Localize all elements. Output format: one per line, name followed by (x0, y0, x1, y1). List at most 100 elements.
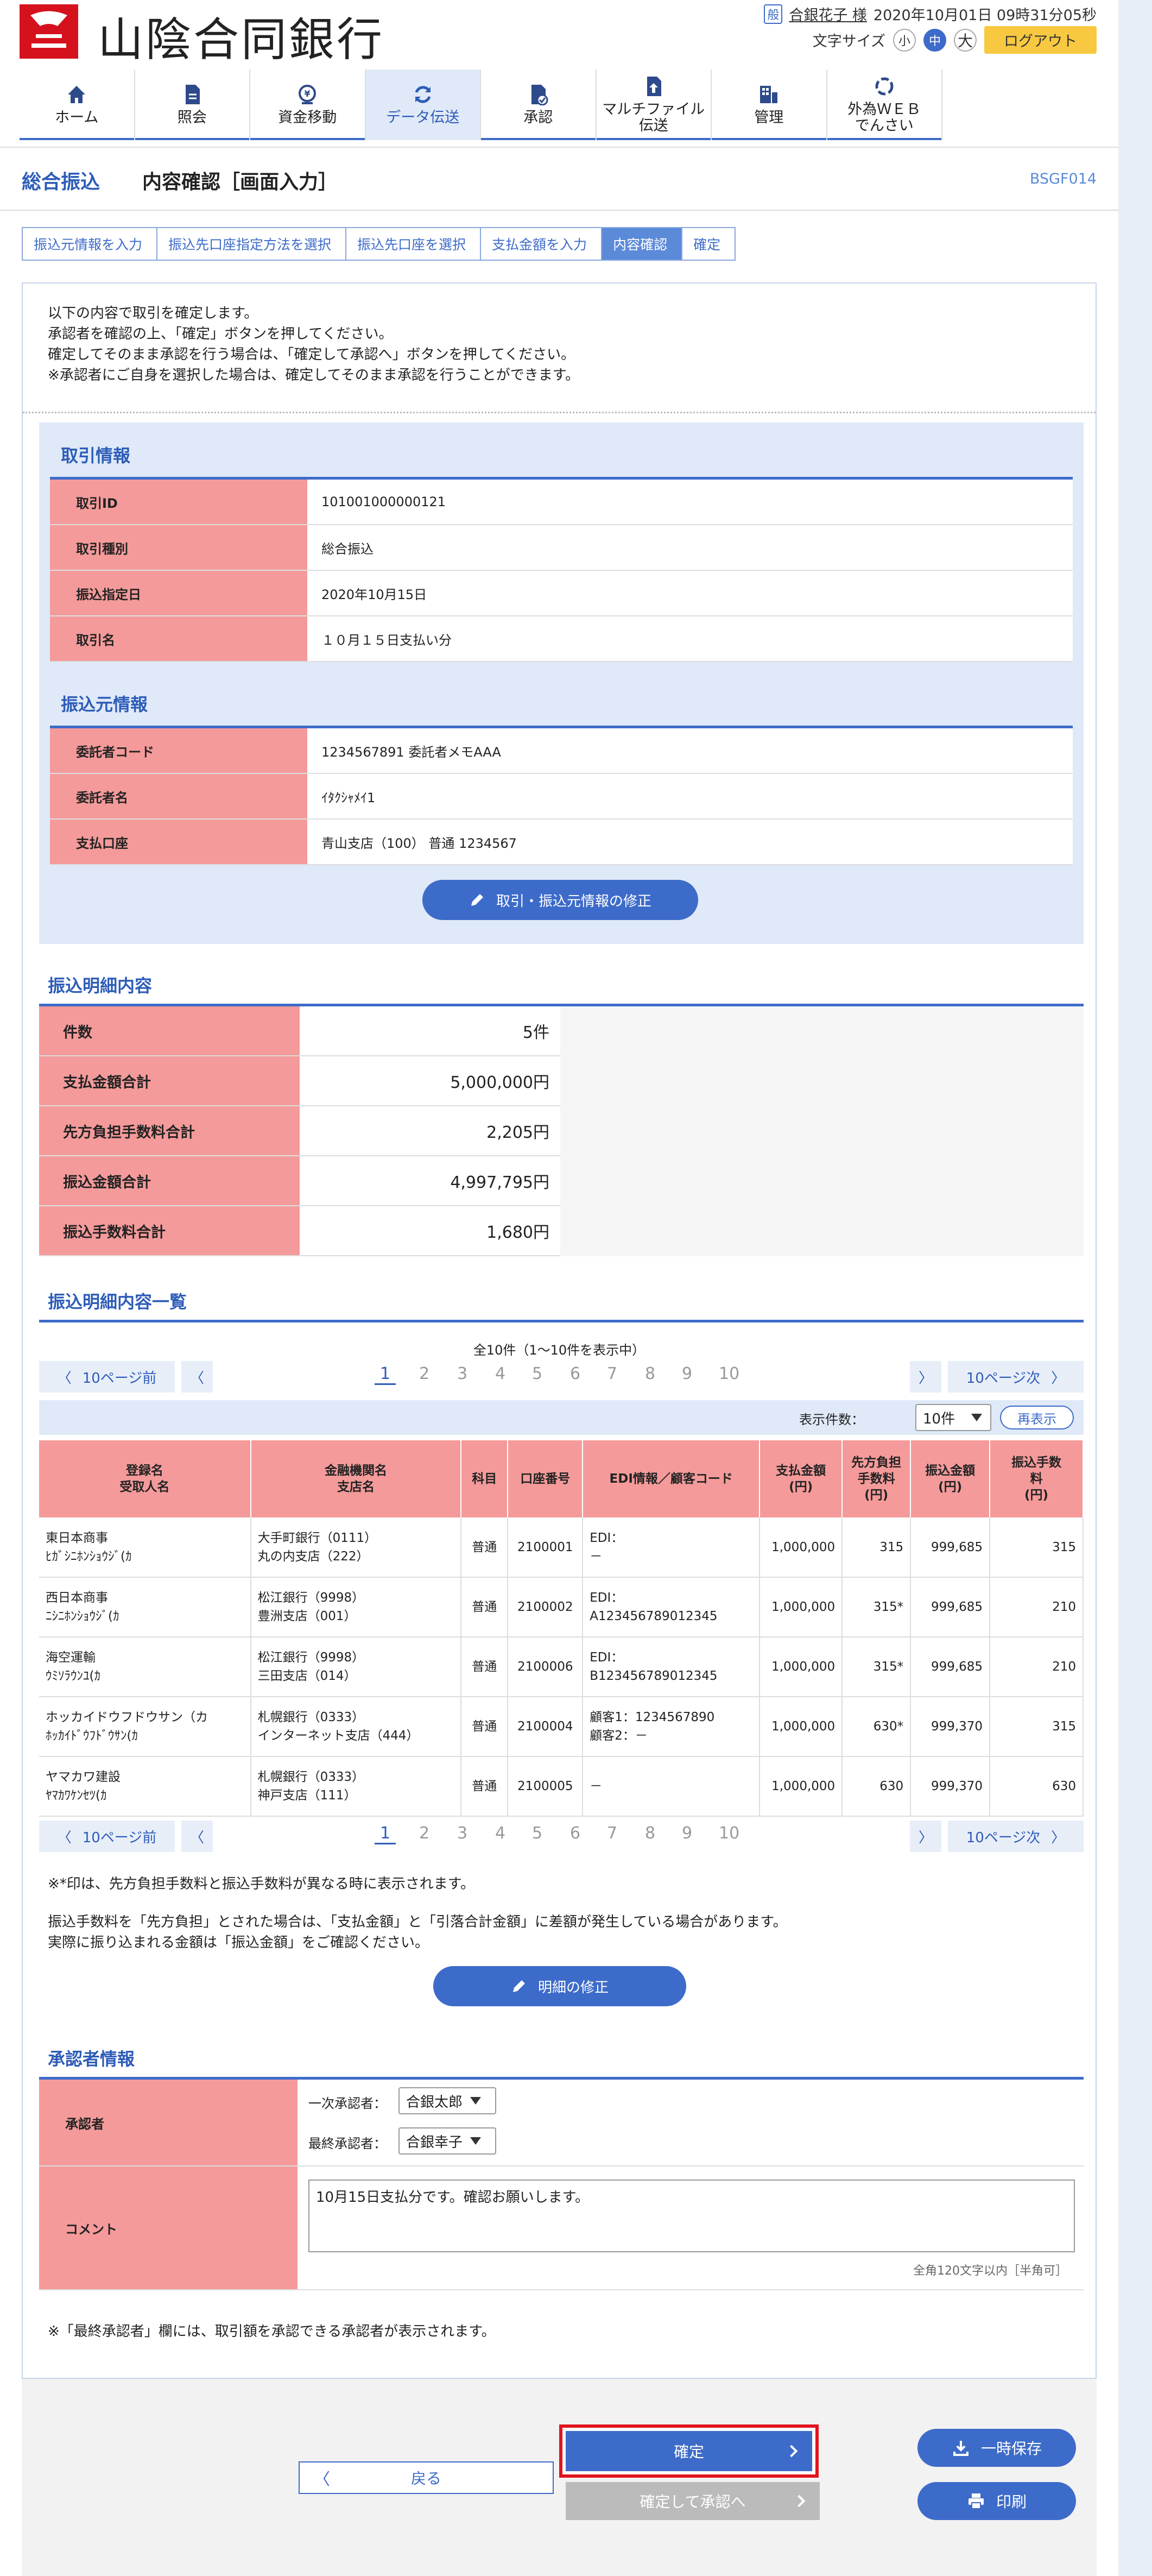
first-approver-select[interactable]: 合銀太郎 (398, 2087, 496, 2114)
nav-fund-transfer[interactable]: ¥ 資金移動 (250, 70, 366, 140)
table-row: ホッカイドウフドウサン（カ ﾎｯｶｲﾄﾞｳﾌﾄﾞｳｻﾝ(ｶ 札幌銀行（0333）… (39, 1697, 1084, 1757)
cell-bank: 札幌銀行（0333） 神戸支店（111） (250, 1756, 462, 1817)
page-8[interactable]: 8 (645, 1824, 655, 1843)
nav-multi-file[interactable]: マルチファイル 伝送 (597, 70, 712, 140)
print-button[interactable]: 印刷 (917, 2482, 1076, 2520)
cell-pay: 1,000,000 (759, 1517, 843, 1578)
page-4[interactable]: 4 (495, 1364, 505, 1383)
page-8[interactable]: 8 (645, 1364, 655, 1383)
confirm-button[interactable]: 確定 (559, 2424, 819, 2478)
forex-icon (875, 77, 894, 96)
page-9[interactable]: 9 (682, 1824, 692, 1843)
info-row: 委託者コード 1234567891 委託者メモAAA (50, 728, 1073, 774)
pager-bottom: 〈 10ページ前 〈 1 2 3 4 5 6 7 8 9 10 〉 10ページ次〉 (39, 1821, 1084, 1852)
user-name-link[interactable]: 合銀花子 様 (789, 3, 867, 24)
page-4[interactable]: 4 (495, 1824, 505, 1843)
approver-values: 一次承認者： 合銀太郎 最終承認者： 合銀幸子 (298, 2080, 1084, 2165)
page-2[interactable]: 2 (419, 1824, 429, 1843)
intro-line: 以下の内容で取引を確定します。 (48, 305, 258, 322)
intro-line: 確定してそのまま承認を行う場合は、「確定して承認へ」ボタンを押してください。 (48, 347, 575, 363)
summary-value: 5件 (300, 1006, 560, 1055)
display-count-bar: 表示件数： 10件 再表示 (39, 1400, 1084, 1435)
page-7[interactable]: 7 (607, 1824, 617, 1843)
nav-inquiry[interactable]: 照会 (135, 70, 250, 140)
fee-note-2: 振込手数料を「先方負担」とされた場合は、「支払金額」と「引落合計金額」に差額が発… (48, 1914, 787, 1930)
next-10-pages-button[interactable]: 10ページ次〉 (948, 1361, 1084, 1393)
page-1[interactable]: 1 (375, 1364, 396, 1385)
nav-approval[interactable]: 承認 (481, 70, 597, 140)
comment-values: 10月15日支払分です。確認お願いします。 全角120文字以内［半角可］ (298, 2166, 1084, 2289)
confirm-and-approve-button[interactable]: 確定して承認へ (566, 2482, 820, 2520)
table-row: 西日本商事 ﾆｼﾆﾎﾝｼｮｳｼﾞ(ｶ 松江銀行（9998） 豊洲支店（001） … (39, 1577, 1084, 1637)
info-value: １０月１５日支払い分 (308, 616, 1073, 661)
page-6[interactable]: 6 (570, 1364, 580, 1383)
cell-pay: 1,000,000 (759, 1577, 843, 1637)
info-row: 取引種別 総合振込 (50, 525, 1073, 571)
title-bar: 総合振込 内容確認［画面入力］ BSGF014 (0, 147, 1118, 211)
cell-fee: 315 (842, 1517, 912, 1578)
summary-row: 振込金額合計 4,997,795円 (39, 1156, 560, 1206)
page-10[interactable]: 10 (719, 1364, 739, 1383)
page-7[interactable]: 7 (607, 1364, 617, 1383)
comment-textarea[interactable]: 10月15日支払分です。確認お願いします。 (308, 2180, 1075, 2252)
approver-title: 承認者情報 (48, 2049, 135, 2069)
prev-page-button[interactable]: 〈 (181, 1821, 213, 1852)
next-page-button[interactable]: 〉 (910, 1361, 941, 1393)
intro-text: 以下の内容で取引を確定します。 承認者を確認の上、「確定」ボタンを押してください… (48, 303, 579, 386)
prev-10-pages-button[interactable]: 〈 10ページ前 (39, 1361, 175, 1393)
cell-bank: 大手町銀行（0111） 丸の内支店（222） (250, 1517, 462, 1578)
final-approver-select[interactable]: 合銀幸子 (398, 2127, 496, 2155)
header: 山陰合同銀行 般 合銀花子 様 2020年10月01日 09時31分05秒 文字… (0, 0, 1118, 147)
font-large-button[interactable]: 大 (954, 28, 977, 52)
page-3[interactable]: 3 (457, 1364, 467, 1383)
cell-amount: 999,370 (910, 1756, 991, 1817)
nav-home[interactable]: ホーム (20, 70, 135, 140)
back-button[interactable]: 〈 戻る (299, 2461, 554, 2494)
chevron-left-icon: 〈 (189, 1370, 204, 1387)
page-1[interactable]: 1 (375, 1824, 396, 1844)
summary-value: 4,997,795円 (300, 1156, 560, 1205)
cell-fee: 630* (842, 1697, 912, 1757)
cell-name: ホッカイドウフドウサン（カ ﾎｯｶｲﾄﾞｳﾌﾄﾞｳｻﾝ(ｶ (39, 1697, 251, 1757)
page-5[interactable]: 5 (532, 1824, 542, 1843)
next-10-pages-button[interactable]: 10ページ次〉 (948, 1821, 1084, 1852)
edit-details-button[interactable]: 明細の修正 (433, 1966, 686, 2006)
page-6[interactable]: 6 (570, 1824, 580, 1843)
page-2[interactable]: 2 (419, 1364, 429, 1383)
save-draft-button[interactable]: 一時保存 (917, 2429, 1076, 2467)
prev-10-pages-button[interactable]: 〈 10ページ前 (39, 1821, 175, 1852)
printer-icon (968, 2493, 984, 2509)
page-9[interactable]: 9 (682, 1364, 692, 1383)
download-icon (953, 2441, 969, 2456)
nav-forex-densai[interactable]: 外為ＷＥＢ でんさい (827, 70, 942, 140)
page-scrollbar[interactable] (1118, 0, 1152, 2576)
next-page-button[interactable]: 〉 (910, 1821, 941, 1852)
font-medium-button[interactable]: 中 (923, 28, 946, 52)
font-small-button[interactable]: 小 (893, 28, 916, 52)
page-5[interactable]: 5 (532, 1364, 542, 1383)
user-type-badge: 般 (764, 4, 783, 24)
edit-transaction-button[interactable]: 取引・振込元情報の修正 (422, 880, 698, 920)
nav-admin[interactable]: 管理 (712, 70, 827, 140)
info-key: 委託者コード (50, 728, 308, 773)
bank-logo-icon[interactable] (20, 4, 78, 59)
display-count-select[interactable]: 10件 (915, 1404, 991, 1431)
chevron-down-icon (470, 2137, 482, 2145)
cell-transfer-fee: 630 (990, 1756, 1084, 1817)
summary-spacer (560, 1006, 1084, 1256)
button-label: 10ページ前 (82, 1829, 157, 1846)
summary-value: 1,680円 (300, 1206, 560, 1255)
document-icon (185, 85, 200, 105)
logout-button[interactable]: ログアウト (984, 26, 1097, 54)
nav-label: データ伝送 (386, 109, 460, 127)
step-3: 振込先口座を選択 (345, 227, 482, 261)
prev-page-button[interactable]: 〈 (181, 1361, 213, 1393)
page-10[interactable]: 10 (719, 1824, 739, 1843)
button-label: 確定して承認へ (640, 2493, 746, 2511)
page-3[interactable]: 3 (457, 1824, 467, 1843)
cell-pay: 1,000,000 (759, 1697, 843, 1757)
summary-title: 振込明細内容 (48, 975, 153, 996)
approver-label: 承認者 (39, 2080, 298, 2165)
nav-data-transmission[interactable]: データ伝送 (365, 70, 481, 140)
redisplay-button[interactable]: 再表示 (1000, 1406, 1074, 1429)
